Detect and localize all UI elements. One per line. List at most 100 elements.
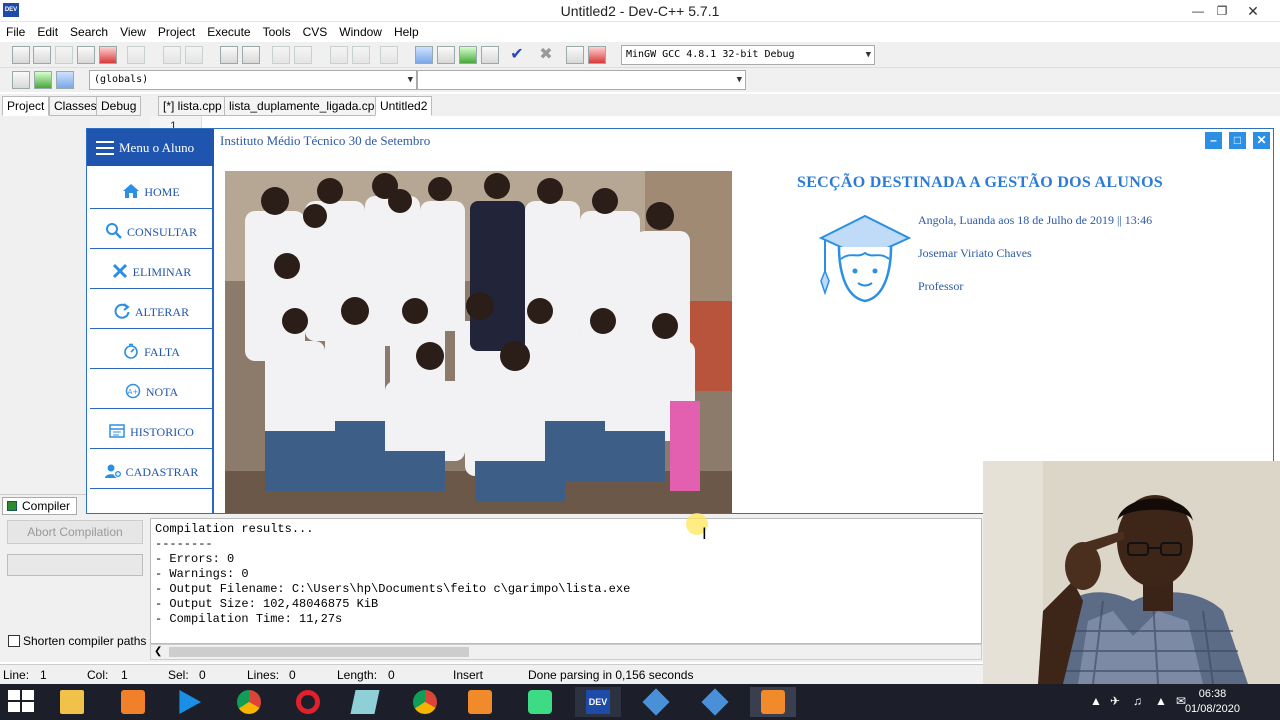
app-minimize-button[interactable]: –	[1205, 132, 1222, 149]
nav-home[interactable]: HOME	[90, 171, 212, 209]
tab-lista-duplamente-ligada[interactable]: lista_duplamente_ligada.cpp	[224, 96, 387, 116]
nav-historico-label: HISTORICO	[130, 425, 194, 439]
tab-lista-cpp[interactable]: [*] lista.cpp	[158, 96, 227, 116]
app-maximize-button[interactable]: □	[1229, 132, 1246, 149]
undo-icon[interactable]	[163, 46, 181, 64]
toggle-bookmark-icon[interactable]	[380, 46, 398, 64]
tab-classes[interactable]: Classes	[49, 96, 102, 116]
windows-start-icon[interactable]	[8, 690, 36, 714]
redo-icon[interactable]	[185, 46, 203, 64]
unindent-icon[interactable]	[294, 46, 312, 64]
rebuild-icon[interactable]	[481, 46, 499, 64]
app-close-button[interactable]: ✕	[1253, 132, 1270, 149]
scrollbar-thumb[interactable]	[169, 647, 469, 657]
shorten-paths-checkbox[interactable]: Shorten compiler paths	[8, 634, 146, 648]
compile-log[interactable]: Compilation results... -------- - Errors…	[150, 518, 982, 644]
close-file-icon[interactable]	[99, 46, 117, 64]
status-col-value: 1	[121, 668, 128, 682]
menu-edit[interactable]: Edit	[31, 22, 64, 42]
menu-tools[interactable]: Tools	[257, 22, 297, 42]
menu-search[interactable]: Search	[64, 22, 114, 42]
menu-header[interactable]: Menu o Aluno	[87, 129, 214, 166]
open-file-icon[interactable]	[33, 46, 51, 64]
menu-window[interactable]: Window	[333, 22, 388, 42]
tab-untitled2[interactable]: Untitled2	[375, 96, 433, 116]
volume-icon[interactable]: ♫	[1133, 694, 1142, 708]
tab-compiler[interactable]: Compiler	[2, 497, 78, 515]
tray-chevron-icon[interactable]: ▲	[1090, 694, 1102, 708]
menu-bar: File Edit Search View Project Execute Tools CVS…	[0, 22, 1280, 42]
ide-title-bar: DEV Untitled2 - Dev-C++ 5.7.1 — ❐ ✕	[0, 0, 1280, 22]
abort-compilation-button[interactable]: Abort Compilation	[7, 520, 143, 544]
replace-icon[interactable]	[242, 46, 260, 64]
print-icon[interactable]	[127, 46, 145, 64]
menu-cvs[interactable]: CVS	[297, 22, 334, 42]
android-studio-icon[interactable]	[517, 687, 563, 717]
chevron-down-icon: ▼	[736, 75, 742, 85]
maximize-button[interactable]: ❐	[1205, 0, 1239, 22]
member-select[interactable]: ▼	[417, 70, 746, 90]
stop-execution-icon[interactable]: ✖	[537, 46, 555, 64]
goto-back-icon[interactable]	[330, 46, 348, 64]
insert-icon[interactable]	[12, 71, 30, 89]
nav-consultar[interactable]: CONSULTAR	[90, 211, 212, 249]
file-explorer-icon[interactable]	[49, 687, 95, 717]
media-player-icon[interactable]	[166, 687, 212, 717]
clock-date: 01/08/2020	[1184, 703, 1240, 715]
airplane-mode-icon[interactable]: ✈	[1110, 694, 1120, 708]
chrome-icon[interactable]	[226, 687, 272, 717]
screenshot-app-icon[interactable]	[110, 687, 156, 717]
nav-eliminar[interactable]: ELIMINAR	[90, 251, 212, 289]
taskbar-clock[interactable]: 06:38 01/08/2020	[1185, 687, 1240, 717]
network-icon[interactable]: ▲	[1155, 694, 1167, 708]
chrome-dev-icon[interactable]	[402, 687, 448, 717]
indent-icon[interactable]	[272, 46, 290, 64]
scope-select[interactable]: (globals) ▼	[89, 70, 417, 90]
student-app-window: Instituto Médio Técnico 30 de Setembro –…	[86, 128, 1274, 514]
virtualbox-icon[interactable]	[633, 687, 679, 717]
nav-cadastrar[interactable]: CADASTRAR	[90, 451, 212, 489]
virtualbox-2-icon[interactable]	[692, 687, 738, 717]
menu-execute[interactable]: Execute	[201, 22, 256, 42]
hamburger-icon[interactable]	[96, 141, 114, 159]
menu-file[interactable]: File	[0, 22, 31, 42]
goto-forward-icon[interactable]	[352, 46, 370, 64]
nav-nota[interactable]: A+ NOTA	[90, 371, 212, 409]
notes-app-icon[interactable]	[342, 687, 388, 717]
opera-icon[interactable]	[285, 687, 331, 717]
run-icon[interactable]	[437, 46, 455, 64]
recorder-app-icon[interactable]	[750, 687, 796, 717]
horizontal-scrollbar[interactable]: ❮	[150, 644, 982, 660]
menu-label: Menu o Aluno	[119, 140, 195, 155]
nav-alterar[interactable]: ALTERAR	[90, 291, 212, 329]
syntax-check-icon[interactable]: ✔	[508, 46, 526, 64]
menu-project[interactable]: Project	[152, 22, 201, 42]
log-line: - Output Filename: C:\Users\hp\Documents…	[155, 582, 631, 596]
presentation-app-icon[interactable]	[457, 687, 503, 717]
stopwatch-icon	[122, 343, 140, 359]
find-icon[interactable]	[220, 46, 238, 64]
class-browser-icon[interactable]	[56, 71, 74, 89]
profile-icon[interactable]	[566, 46, 584, 64]
menu-view[interactable]: View	[114, 22, 152, 42]
save-all-icon[interactable]	[77, 46, 95, 64]
add-user-icon	[104, 463, 122, 479]
compile-run-icon[interactable]	[459, 46, 477, 64]
nav-historico[interactable]: HISTORICO	[90, 411, 212, 449]
menu-help[interactable]: Help	[388, 22, 425, 42]
goto-definition-icon[interactable]	[34, 71, 52, 89]
compile-icon[interactable]	[415, 46, 433, 64]
debug-icon[interactable]	[588, 46, 606, 64]
new-file-icon[interactable]	[12, 46, 30, 64]
students-group-photo	[225, 171, 732, 513]
save-icon[interactable]	[55, 46, 73, 64]
devcpp-taskbar-icon[interactable]: DEV	[575, 687, 621, 717]
tab-project[interactable]: Project	[2, 96, 50, 116]
chevron-down-icon: ▼	[407, 75, 413, 85]
checkbox-box[interactable]	[8, 635, 20, 647]
compiler-select[interactable]: MinGW GCC 4.8.1 32-bit Debug ▼	[621, 45, 875, 65]
scroll-left-icon[interactable]: ❮	[154, 645, 162, 659]
close-button[interactable]: ✕	[1236, 0, 1270, 22]
tab-debug[interactable]: Debug	[96, 96, 142, 116]
nav-falta[interactable]: FALTA	[90, 331, 212, 369]
